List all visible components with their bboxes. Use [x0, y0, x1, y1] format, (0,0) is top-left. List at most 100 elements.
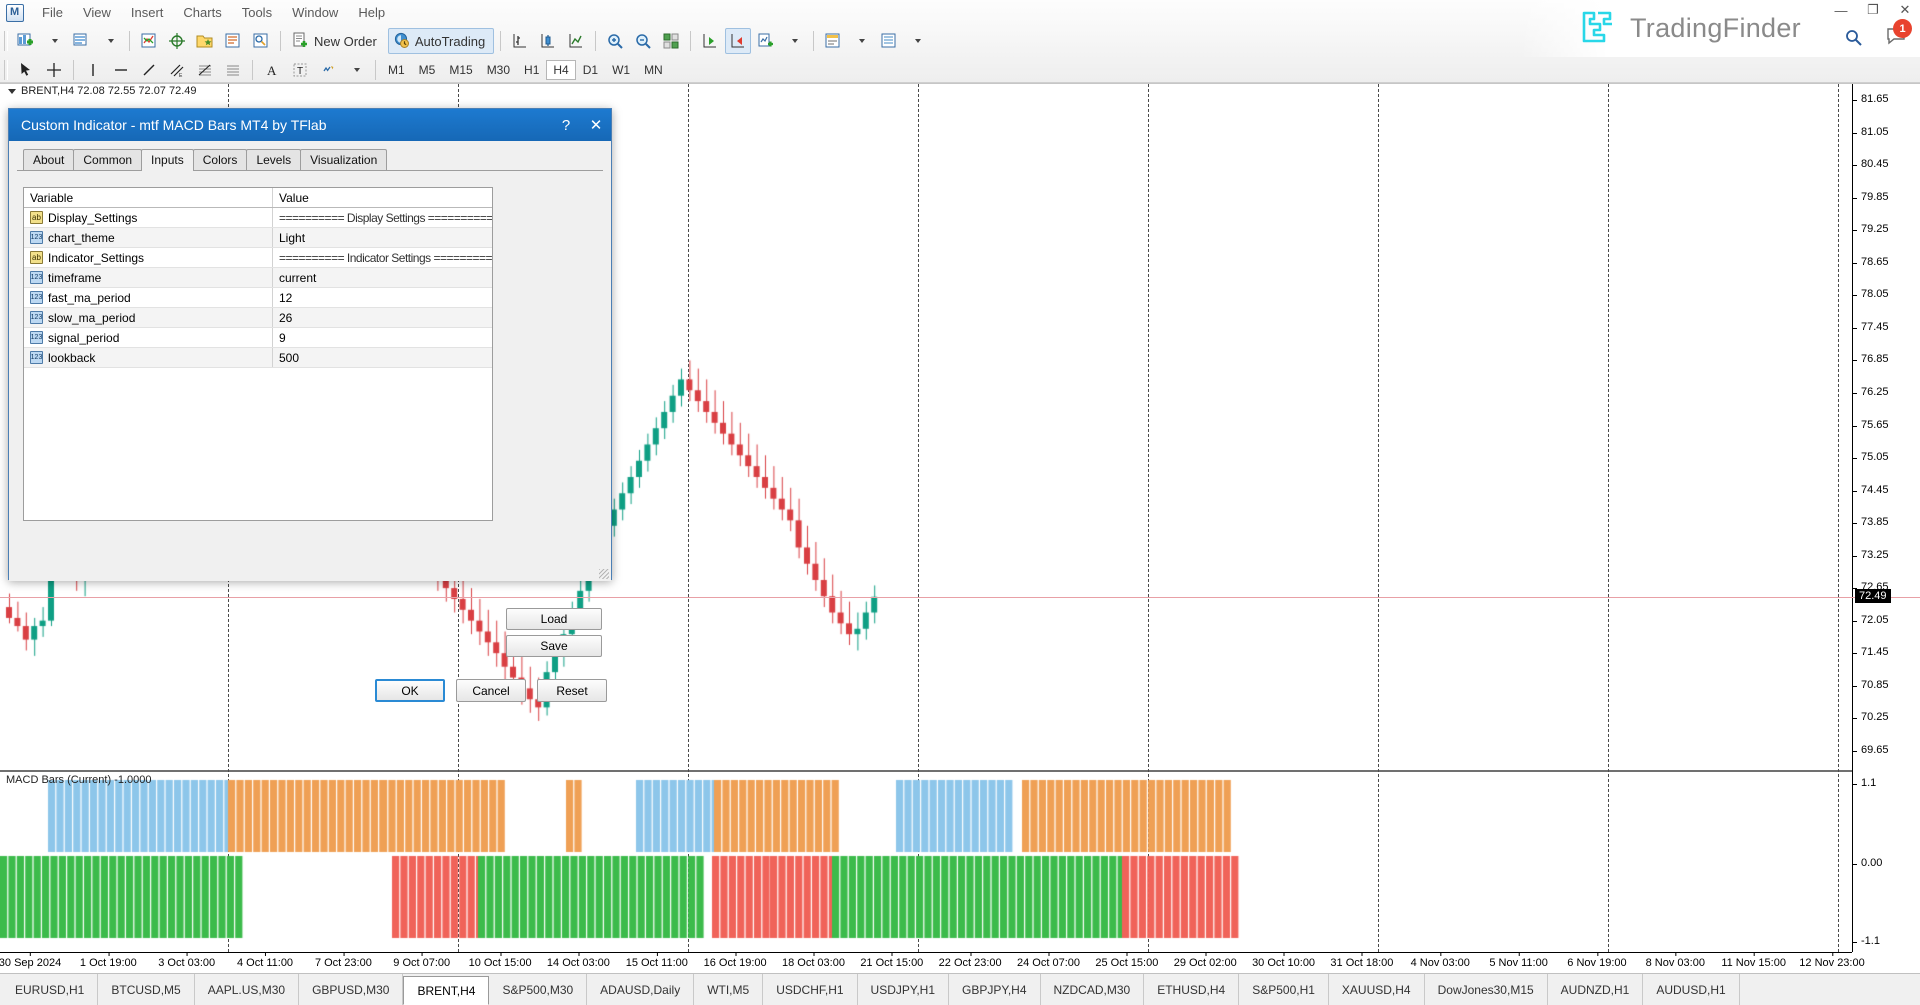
tile-windows-button[interactable]	[658, 28, 684, 54]
timeframe-d1[interactable]: D1	[576, 60, 605, 80]
parameter-row[interactable]: 123signal_period9	[24, 328, 492, 348]
parameter-value-cell[interactable]: ========== Indicator Settings ==========	[273, 248, 492, 267]
chart-tab-aapl-us-m30[interactable]: AAPL.US,M30	[195, 974, 299, 1005]
minimize-button[interactable]: —	[1832, 3, 1850, 18]
auto-scroll-button[interactable]	[725, 28, 751, 54]
timeframe-h4[interactable]: H4	[546, 60, 575, 80]
menu-item-insert[interactable]: Insert	[121, 2, 174, 23]
parameter-row[interactable]: 123lookback500	[24, 348, 492, 368]
close-button[interactable]: ✕	[1896, 2, 1914, 18]
chart-tab-brent-h4[interactable]: BRENT,H4	[403, 976, 489, 1005]
indicators-dropdown[interactable]	[781, 28, 807, 54]
chart-tabs-bar[interactable]: EURUSD,H1BTCUSD,M5AAPL.US,M30GBPUSD,M30B…	[0, 973, 1920, 1005]
chart-tab-wti-m5[interactable]: WTI,M5	[694, 974, 763, 1005]
text-label-button[interactable]: A	[259, 57, 285, 83]
fibonacci-button[interactable]	[192, 57, 218, 83]
toolbar-grip[interactable]	[4, 60, 8, 80]
chart-tab-btcusd-m5[interactable]: BTCUSD,M5	[98, 974, 194, 1005]
objects-list-button[interactable]	[876, 28, 902, 54]
profiles-button[interactable]	[69, 28, 95, 54]
timeframe-mn[interactable]: MN	[637, 60, 670, 80]
chart-tab-s-p500-h1[interactable]: S&P500,H1	[1239, 974, 1329, 1005]
macd-indicator-pane[interactable]: MACD Bars (Current) -1.0000	[0, 770, 1852, 952]
equidistant-channel-button[interactable]: E	[164, 57, 190, 83]
templates-button[interactable]	[820, 28, 846, 54]
terminal-button[interactable]	[248, 28, 274, 54]
chart-tab-usdjpy-h1[interactable]: USDJPY,H1	[858, 974, 949, 1005]
chart-tab-audusd-h1[interactable]: AUDUSD,H1	[1643, 974, 1739, 1005]
timeframe-h1[interactable]: H1	[517, 60, 546, 80]
line-chart-button[interactable]	[563, 28, 589, 54]
dialog-tab-visualization[interactable]: Visualization	[300, 149, 387, 170]
candlestick-chart-button[interactable]	[535, 28, 561, 54]
chart-tab-xauusd-h4[interactable]: XAUUSD,H4	[1329, 974, 1425, 1005]
parameter-row[interactable]: abIndicator_Settings========== Indicator…	[24, 248, 492, 268]
menu-item-help[interactable]: Help	[348, 2, 395, 23]
timeframe-w1[interactable]: W1	[605, 60, 637, 80]
text-box-button[interactable]: T	[287, 57, 313, 83]
price-axis[interactable]: 81.6581.0580.4579.8579.2578.6578.0577.45…	[1852, 84, 1920, 952]
arrows-dropdown[interactable]	[343, 57, 369, 83]
dialog-tab-inputs[interactable]: Inputs	[141, 149, 194, 171]
indicators-button[interactable]	[753, 28, 779, 54]
menu-item-file[interactable]: File	[32, 2, 73, 23]
search-icon[interactable]	[1844, 28, 1864, 48]
timeframe-m30[interactable]: M30	[480, 60, 517, 80]
chart-tab-ethusd-h4[interactable]: ETHUSD,H4	[1144, 974, 1239, 1005]
parameters-grid[interactable]: VariableValueabDisplay_Settings=========…	[23, 187, 493, 521]
chart-tab-audnzd-h1[interactable]: AUDNZD,H1	[1548, 974, 1644, 1005]
parameter-row[interactable]: 123slow_ma_period26	[24, 308, 492, 328]
parameter-value-cell[interactable]: 500	[273, 348, 492, 367]
time-axis[interactable]: 30 Sep 20241 Oct 19:003 Oct 03:004 Oct 1…	[0, 952, 1852, 974]
load-button[interactable]: Load	[506, 608, 602, 630]
timeframe-m15[interactable]: M15	[442, 60, 479, 80]
ok-button[interactable]: OK	[375, 679, 445, 702]
menu-item-window[interactable]: Window	[282, 2, 348, 23]
menu-item-charts[interactable]: Charts	[173, 2, 231, 23]
dialog-tab-common[interactable]: Common	[73, 149, 142, 170]
cursor-tool-button[interactable]	[13, 57, 39, 83]
timeframe-m5[interactable]: M5	[412, 60, 443, 80]
chart-tab-gbpjpy-h4[interactable]: GBPJPY,H4	[949, 974, 1040, 1005]
chart-tab-usdchf-h1[interactable]: USDCHF,H1	[763, 974, 857, 1005]
collapse-triangle-icon[interactable]	[8, 89, 16, 94]
zoom-in-button[interactable]	[602, 28, 628, 54]
parameter-value-cell[interactable]: 9	[273, 328, 492, 347]
trendline-button[interactable]	[136, 57, 162, 83]
chart-tab-adausd-daily[interactable]: ADAUSD,Daily	[587, 974, 694, 1005]
restore-button[interactable]: ❐	[1864, 2, 1882, 18]
chart-tab-nzdcad-m30[interactable]: NZDCAD,M30	[1041, 974, 1145, 1005]
objects-dropdown[interactable]	[904, 28, 930, 54]
crosshair-button[interactable]	[41, 57, 67, 83]
market-watch-button[interactable]	[136, 28, 162, 54]
reset-button[interactable]: Reset	[537, 679, 607, 702]
arrows-button[interactable]	[315, 57, 341, 83]
parameter-value-cell[interactable]: ========== Display Settings ==========	[273, 208, 492, 227]
chart-tab-dowjones30-m15[interactable]: DowJones30,M15	[1425, 974, 1548, 1005]
navigator-button[interactable]	[192, 28, 218, 54]
parameter-value-cell[interactable]: current	[273, 268, 492, 287]
parameter-value-cell[interactable]: Light	[273, 228, 492, 247]
parameter-row[interactable]: 123chart_themeLight	[24, 228, 492, 248]
timeframe-m1[interactable]: M1	[381, 60, 412, 80]
data-window-button[interactable]	[220, 28, 246, 54]
bar-chart-button[interactable]	[507, 28, 533, 54]
notifications-wrapper[interactable]: 1	[1886, 26, 1908, 49]
vertical-line-button[interactable]	[80, 57, 106, 83]
dialog-tab-about[interactable]: About	[23, 149, 74, 170]
custom-indicator-dialog[interactable]: Custom Indicator - mtf MACD Bars MT4 by …	[8, 108, 612, 580]
grid-lines-button[interactable]	[220, 57, 246, 83]
parameter-row[interactable]: 123timeframecurrent	[24, 268, 492, 288]
zoom-out-button[interactable]	[630, 28, 656, 54]
dialog-close-button[interactable]: ✕	[581, 112, 611, 138]
new-chart-dropdown[interactable]	[41, 28, 67, 54]
menu-item-tools[interactable]: Tools	[232, 2, 282, 23]
parameter-value-cell[interactable]: 12	[273, 288, 492, 307]
dialog-resize-handle[interactable]	[599, 569, 609, 579]
chart-tab-s-p500-m30[interactable]: S&P500,M30	[489, 974, 587, 1005]
horizontal-line-button[interactable]	[108, 57, 134, 83]
profiles-dropdown[interactable]	[97, 28, 123, 54]
cancel-button[interactable]: Cancel	[456, 679, 526, 702]
parameter-row[interactable]: abDisplay_Settings========== Display Set…	[24, 208, 492, 228]
dialog-title-bar[interactable]: Custom Indicator - mtf MACD Bars MT4 by …	[9, 109, 611, 141]
